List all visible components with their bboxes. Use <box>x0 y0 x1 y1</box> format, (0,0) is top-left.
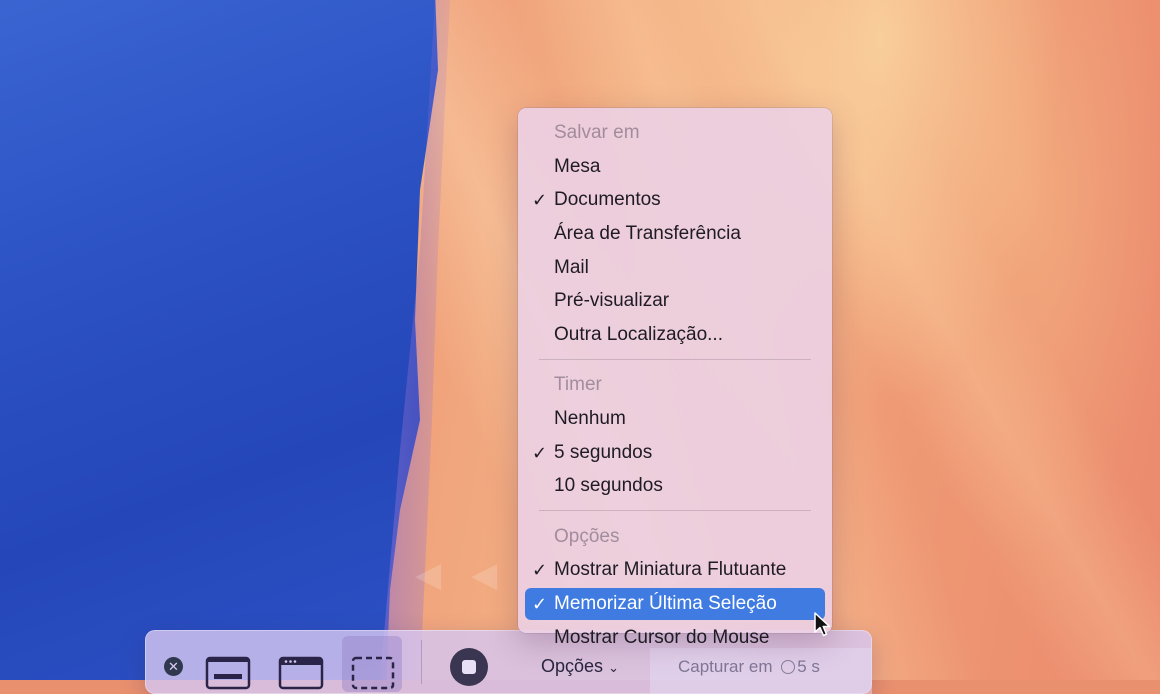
mouse-cursor-icon <box>814 612 831 637</box>
menu-item-label: Área de Transferência <box>554 223 741 244</box>
checkmark-icon: ✓ <box>532 594 548 614</box>
capture-seconds: 5 s <box>797 657 820 676</box>
menu-item-mail[interactable]: Mail <box>525 252 825 284</box>
menu-header-label: Timer <box>554 374 602 395</box>
menu-header-save: Salvar em <box>525 117 825 149</box>
menu-item-documentos[interactable]: ✓ Documentos <box>525 184 825 216</box>
capture-label: Capturar em <box>678 657 773 676</box>
capture-window-button[interactable] <box>270 636 330 692</box>
capture-selection-icon <box>351 656 395 690</box>
menu-item-label: Nenhum <box>554 408 626 429</box>
capture-label-group: Capturar em 5 s <box>678 657 820 677</box>
menu-item-mesa[interactable]: Mesa <box>525 151 825 183</box>
options-button[interactable]: Opções ⌄ <box>541 656 619 677</box>
menu-item-label: Memorizar Última Seleção <box>554 593 777 614</box>
menu-header-label: Opções <box>554 526 620 547</box>
menu-item-label: Mail <box>554 257 589 278</box>
menu-item-label: 10 segundos <box>554 475 663 496</box>
chevron-down-icon: ⌄ <box>608 660 619 675</box>
record-icon[interactable] <box>450 648 488 686</box>
menu-item-pre-visualizar[interactable]: Pré-visualizar <box>525 285 825 317</box>
menu-item-label: Documentos <box>554 189 661 210</box>
toolbar-separator <box>421 640 422 684</box>
menu-header-timer: Timer <box>525 369 825 401</box>
checkmark-icon: ✓ <box>532 443 548 463</box>
menu-item-label: Mostrar Miniatura Flutuante <box>554 559 787 580</box>
capture-screen-icon <box>205 656 251 690</box>
menu-item-nenhum[interactable]: Nenhum <box>525 403 825 435</box>
menu-item-10-segundos[interactable]: 10 segundos <box>525 470 825 502</box>
options-menu: Salvar em Mesa ✓ Documentos Área de Tran… <box>518 108 832 648</box>
options-label: Opções <box>541 656 604 676</box>
menu-item-label: Mostrar Cursor do Mouse <box>554 627 770 648</box>
menu-header-opcoes: Opções <box>525 521 825 553</box>
menu-item-memorizar-ultima-selecao[interactable]: ✓ Memorizar Última Seleção <box>525 588 825 620</box>
checkmark-icon: ✓ <box>532 190 548 210</box>
clock-icon <box>781 660 796 674</box>
capture-selection-button[interactable] <box>342 636 402 692</box>
menu-item-mostrar-miniatura-flutuante[interactable]: ✓ Mostrar Miniatura Flutuante <box>525 554 825 586</box>
menu-item-area-de-transferencia[interactable]: Área de Transferência <box>525 218 825 250</box>
menu-item-5-segundos[interactable]: ✓ 5 segundos <box>525 437 825 469</box>
menu-item-mostrar-cursor-do-mouse[interactable]: Mostrar Cursor do Mouse <box>525 622 825 654</box>
menu-item-outra-localizacao[interactable]: Outra Localização... <box>525 319 825 351</box>
menu-separator <box>539 359 811 360</box>
menu-item-label: Mesa <box>554 156 601 177</box>
menu-item-label: 5 segundos <box>554 442 653 463</box>
menu-item-label: Pré-visualizar <box>554 290 670 311</box>
checkmark-icon: ✓ <box>532 560 548 580</box>
capture-window-icon <box>278 656 324 690</box>
capture-screen-button[interactable] <box>197 636 257 692</box>
menu-item-label: Outra Localização... <box>554 324 723 345</box>
menu-header-label: Salvar em <box>554 122 640 143</box>
capture-button[interactable]: Capturar em 5 s <box>650 648 872 694</box>
close-icon[interactable]: ✕ <box>164 657 183 676</box>
menu-separator <box>539 510 811 511</box>
